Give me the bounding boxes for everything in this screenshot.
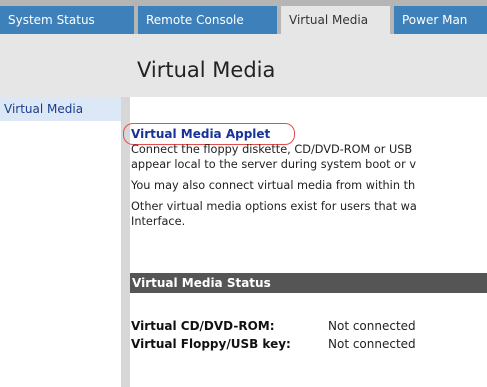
virtual-cd-dvd-rom-label: Virtual CD/DVD-ROM: xyxy=(131,319,275,333)
tab-power-management[interactable]: Power Man xyxy=(394,6,487,34)
virtual-media-status-header: Virtual Media Status xyxy=(130,273,487,293)
virtual-media-applet-link[interactable]: Virtual Media Applet xyxy=(131,127,270,141)
description-line: You may also connect virtual media from … xyxy=(131,179,416,192)
virtual-cd-dvd-rom-status: Not connected xyxy=(328,319,416,333)
main-content: Virtual Media Applet Connect the floppy … xyxy=(123,97,487,387)
sidebar-item-virtual-media[interactable]: Virtual Media xyxy=(0,97,121,121)
description-line: appear local to the server during system… xyxy=(131,158,417,171)
sidebar: Virtual Media xyxy=(0,97,121,387)
description-line: Other virtual media options exist for us… xyxy=(131,200,417,213)
top-nav-tabs: System Status Remote Console Virtual Med… xyxy=(0,0,487,34)
description-line: Interface. xyxy=(131,215,186,228)
virtual-floppy-usb-label: Virtual Floppy/USB key: xyxy=(131,337,291,351)
tab-remote-console[interactable]: Remote Console xyxy=(138,6,277,34)
page-title: Virtual Media xyxy=(137,58,276,82)
description-line: Connect the floppy diskette, CD/DVD-ROM … xyxy=(131,143,413,156)
virtual-floppy-usb-status: Not connected xyxy=(328,337,416,351)
tab-virtual-media[interactable]: Virtual Media xyxy=(281,6,390,34)
tab-system-status[interactable]: System Status xyxy=(0,6,134,34)
